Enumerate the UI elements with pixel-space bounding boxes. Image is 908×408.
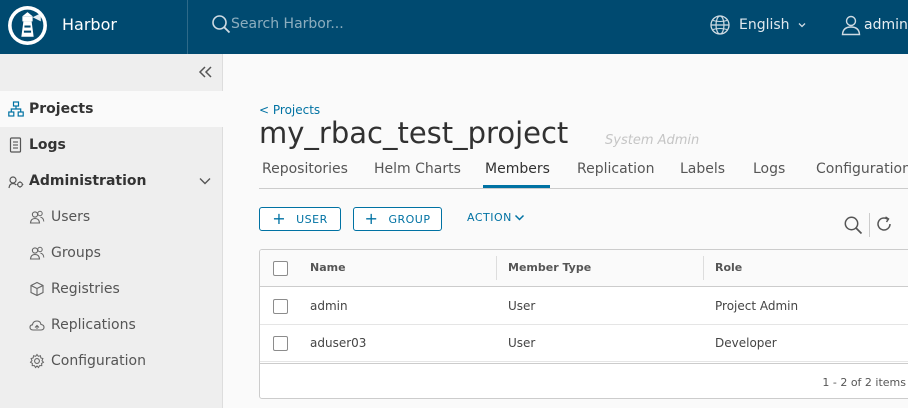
brand-name: Harbor xyxy=(62,15,117,34)
chevron-down-icon xyxy=(199,178,211,185)
sidebar-item-users[interactable]: Users xyxy=(0,199,223,235)
cloud-icon xyxy=(29,320,45,331)
pagination-summary: 1 - 2 of 2 items xyxy=(822,376,906,389)
harbor-logo-icon xyxy=(8,6,47,45)
plus-icon: + xyxy=(272,209,287,228)
search-icon[interactable] xyxy=(210,13,232,35)
add-user-button[interactable]: + USER xyxy=(259,207,341,231)
wrench-icon xyxy=(8,176,24,189)
groups-icon xyxy=(29,246,45,260)
search-input[interactable] xyxy=(231,13,531,35)
tab-repositories[interactable]: Repositories xyxy=(262,161,348,177)
search-icon[interactable] xyxy=(843,215,863,235)
column-header-role[interactable]: Role xyxy=(715,261,742,274)
sidebar-item-label: Users xyxy=(51,209,91,225)
chevron-down-icon xyxy=(514,214,524,221)
role-badge: System Admin xyxy=(605,133,700,148)
add-group-label: GROUP xyxy=(388,212,431,226)
select-all-checkbox[interactable] xyxy=(273,261,288,276)
sidebar-item-configuration[interactable]: Configuration xyxy=(0,343,223,379)
language-selector[interactable]: English xyxy=(709,12,807,38)
tab-labels[interactable]: Labels xyxy=(680,161,725,177)
sidebar: Projects Logs Administration Users Group… xyxy=(0,54,223,408)
sidebar-item-administration[interactable]: Administration xyxy=(0,163,223,199)
chevron-down-icon xyxy=(798,23,806,28)
sidebar-item-label: Configuration xyxy=(51,353,146,369)
member-name: admin xyxy=(310,299,348,313)
cube-icon xyxy=(30,281,44,297)
breadcrumb[interactable]: < Projects xyxy=(259,103,320,117)
add-user-label: USER xyxy=(296,212,328,226)
top-header: Harbor English admin xyxy=(0,0,908,54)
active-tab-indicator xyxy=(483,185,550,188)
globe-icon xyxy=(710,15,730,35)
sidebar-item-groups[interactable]: Groups xyxy=(0,235,223,271)
members-table: Name Member Type Role admin User Project… xyxy=(259,249,908,399)
member-type: User xyxy=(508,299,536,313)
refresh-icon[interactable] xyxy=(875,215,893,233)
member-type: User xyxy=(508,336,536,350)
logs-icon xyxy=(9,137,22,153)
sidebar-item-logs[interactable]: Logs xyxy=(0,127,223,163)
row-checkbox[interactable] xyxy=(273,336,288,351)
sidebar-item-label: Replications xyxy=(51,317,136,333)
user-menu[interactable]: admin xyxy=(840,12,908,38)
column-header-name[interactable]: Name xyxy=(310,261,346,274)
sidebar-item-label: Projects xyxy=(29,101,94,117)
tab-configuration[interactable]: Configuration xyxy=(816,161,908,177)
users-icon xyxy=(29,210,45,224)
add-group-button[interactable]: + GROUP xyxy=(353,207,442,231)
table-row[interactable]: admin User Project Admin xyxy=(260,288,908,325)
page-title: my_rbac_test_project xyxy=(259,116,569,150)
tab-helm-charts[interactable]: Helm Charts xyxy=(374,161,461,177)
toolbar-divider xyxy=(869,213,870,237)
sidebar-item-replications[interactable]: Replications xyxy=(0,307,223,343)
tab-replication[interactable]: Replication xyxy=(577,161,654,177)
action-label: ACTION xyxy=(467,211,512,224)
language-label: English xyxy=(739,17,790,33)
sidebar-item-label: Administration xyxy=(29,173,147,189)
collapse-sidebar-icon[interactable] xyxy=(196,64,214,80)
sidebar-item-projects[interactable]: Projects xyxy=(0,91,223,127)
brand[interactable]: Harbor xyxy=(0,0,188,54)
sidebar-item-label: Logs xyxy=(29,137,66,153)
sidebar-item-registries[interactable]: Registries xyxy=(0,271,223,307)
member-name: aduser03 xyxy=(310,336,367,350)
column-header-member-type[interactable]: Member Type xyxy=(508,261,591,274)
user-name: admin xyxy=(864,17,908,33)
table-footer: 1 - 2 of 2 items xyxy=(260,363,908,398)
sidebar-item-label: Registries xyxy=(51,281,120,297)
action-dropdown[interactable]: ACTION xyxy=(467,211,525,224)
gear-icon xyxy=(29,353,45,369)
row-checkbox[interactable] xyxy=(273,299,288,314)
member-role: Developer xyxy=(715,336,777,350)
tab-members[interactable]: Members xyxy=(485,161,550,177)
column-divider[interactable] xyxy=(703,256,704,280)
tab-bar: Repositories Helm Charts Members Replica… xyxy=(259,155,908,189)
tab-logs[interactable]: Logs xyxy=(753,161,785,177)
table-header: Name Member Type Role xyxy=(260,250,908,287)
plus-icon: + xyxy=(364,209,379,228)
sidebar-item-label: Groups xyxy=(51,245,101,261)
member-role: Project Admin xyxy=(715,299,799,313)
column-divider[interactable] xyxy=(496,256,497,280)
projects-icon xyxy=(8,101,24,117)
user-icon xyxy=(841,15,861,36)
table-row[interactable]: aduser03 User Developer xyxy=(260,325,908,362)
